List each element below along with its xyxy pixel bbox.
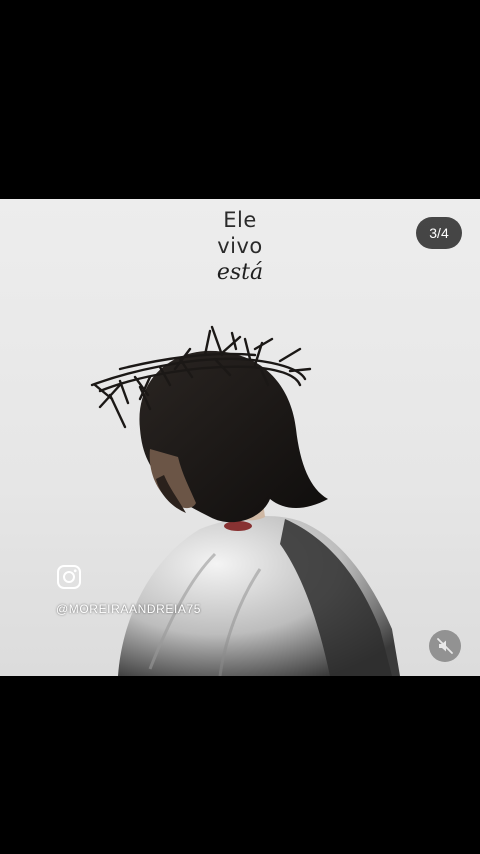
- title-line-1: Ele: [223, 208, 257, 232]
- title-line-2: vivo: [217, 234, 263, 258]
- title-line-3: está: [216, 260, 264, 285]
- instagram-icon[interactable]: [56, 564, 82, 590]
- post-title: Ele vivo está: [0, 207, 480, 287]
- speaker-muted-icon: [437, 638, 453, 654]
- mute-button[interactable]: [429, 630, 461, 662]
- slide-counter: 3/4: [416, 217, 462, 249]
- username-handle[interactable]: @MOREIRAANDREIA75: [56, 602, 201, 616]
- story-post[interactable]: Ele vivo está 3/4 @MOREIRAANDREIA75: [0, 199, 480, 676]
